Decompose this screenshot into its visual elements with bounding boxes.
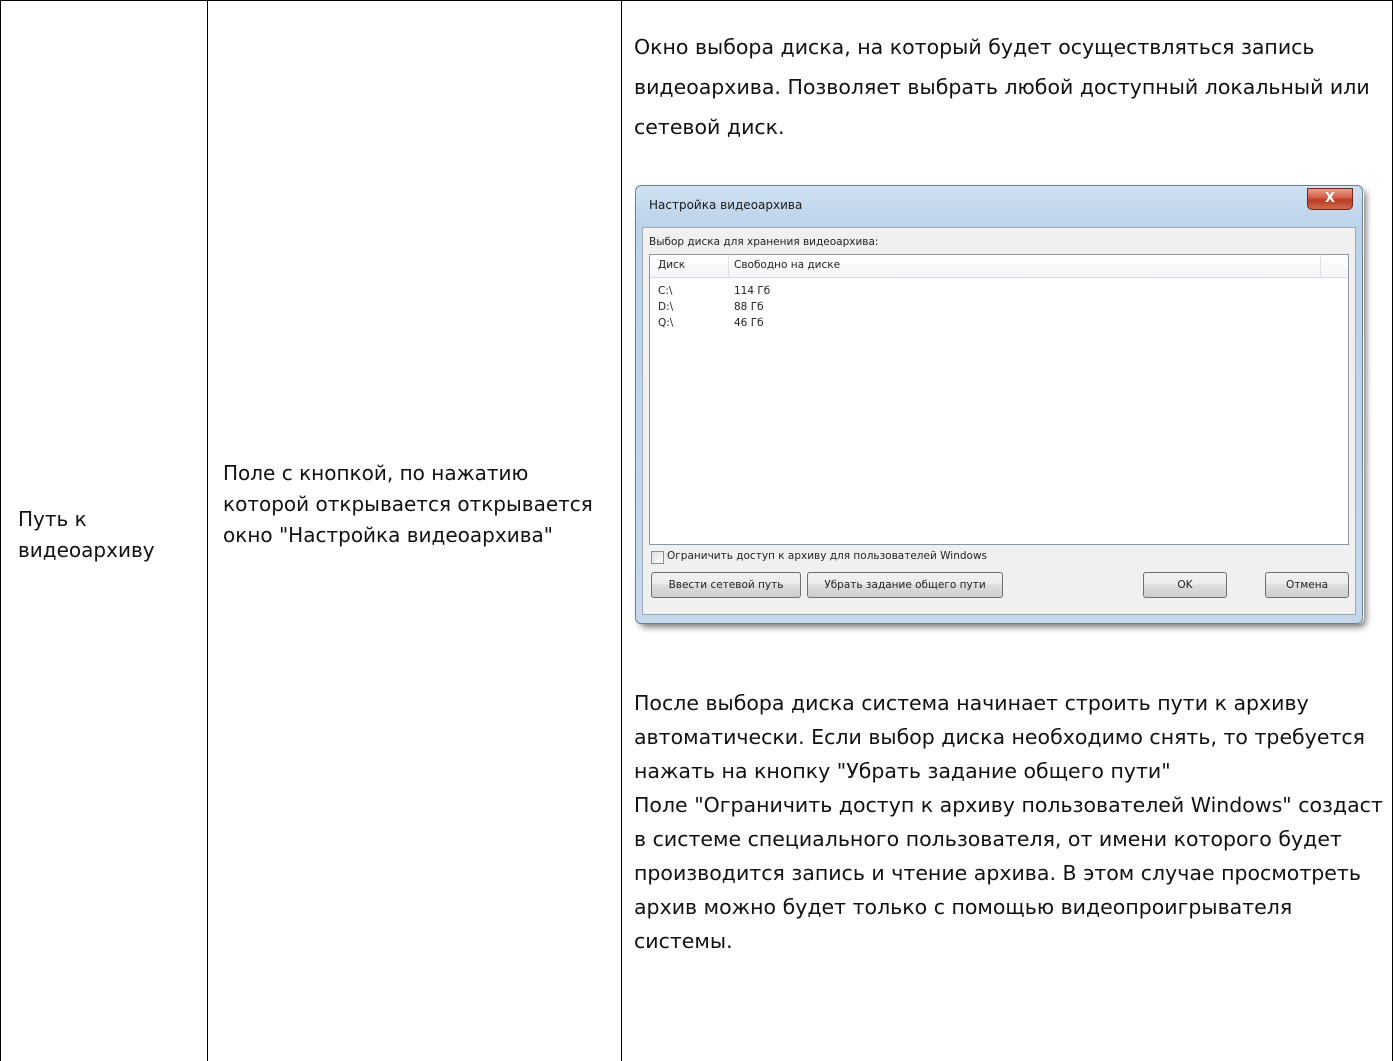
- details-intro-text: Окно выбора диска, на который будет осущ…: [634, 35, 1370, 139]
- column-header-free[interactable]: Свободно на диске: [734, 259, 840, 271]
- restrict-access-checkbox[interactable]: [651, 551, 664, 564]
- table-border-col1: [207, 0, 208, 1061]
- column-separator: [1320, 255, 1321, 277]
- table-border-top: [0, 0, 1393, 1]
- details-after-text-2: Поле "Ограничить доступ к архиву пользов…: [634, 793, 1383, 953]
- dialog-title: Настройка видеоархива: [649, 198, 803, 212]
- disk-name: C:\: [658, 285, 673, 297]
- column-header-disk[interactable]: Диск: [658, 259, 685, 271]
- disk-group-label: Выбор диска для хранения видеоархива:: [649, 236, 879, 248]
- details-after: После выбора диска система начинает стро…: [634, 686, 1386, 958]
- table-border-left: [0, 0, 1, 1061]
- disk-list[interactable]: Диск Свободно на диске C:\ 114 Гб D:\ 88…: [649, 254, 1349, 545]
- archive-settings-dialog: Настройка видеоархива X Выбор диска для …: [635, 185, 1363, 624]
- disk-list-header: Диск Свободно на диске: [650, 255, 1348, 278]
- ok-button[interactable]: OK: [1143, 572, 1227, 598]
- disk-free: 46 Гб: [734, 317, 764, 329]
- network-path-button[interactable]: Ввести сетевой путь: [651, 572, 801, 598]
- disk-name: Q:\: [658, 317, 674, 329]
- column-separator: [728, 255, 729, 277]
- parameter-description: Поле с кнопкой, по нажатию которой откры…: [223, 461, 593, 547]
- disk-row[interactable]: Q:\ 46 Гб: [650, 317, 1348, 329]
- cancel-button[interactable]: Отмена: [1265, 572, 1349, 598]
- restrict-access-label: Ограничить доступ к архиву для пользоват…: [667, 550, 988, 562]
- disk-name: D:\: [658, 301, 674, 313]
- disk-free: 114 Гб: [734, 285, 771, 297]
- disk-row[interactable]: C:\ 114 Гб: [650, 285, 1348, 297]
- close-icon[interactable]: X: [1307, 188, 1353, 210]
- dialog-body: Выбор диска для хранения видеоархива: Ди…: [642, 227, 1356, 615]
- details-intro: Окно выбора диска, на который будет осущ…: [634, 27, 1386, 147]
- table-border-col2: [621, 0, 622, 1061]
- disk-row[interactable]: D:\ 88 Гб: [650, 301, 1348, 313]
- details-after-text-1: После выбора диска система начинает стро…: [634, 691, 1365, 783]
- disk-free: 88 Гб: [734, 301, 764, 313]
- clear-path-button[interactable]: Убрать задание общего пути: [807, 572, 1003, 598]
- parameter-name: Путь к видеоархиву: [18, 507, 155, 562]
